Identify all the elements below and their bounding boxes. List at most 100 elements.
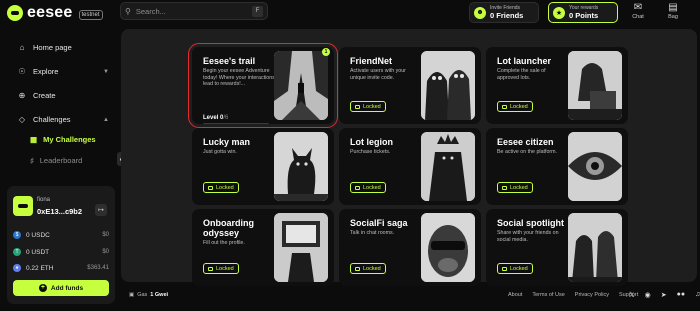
dark-king-image xyxy=(421,132,475,201)
balance-row: $ 0 USDC $0 xyxy=(13,231,109,239)
card-title: Social spotlight xyxy=(497,218,565,228)
wallet-name: fiona xyxy=(37,197,51,203)
locked-badge: Locked xyxy=(203,263,239,274)
chat-icon: ✉ xyxy=(633,2,643,13)
avatar[interactable] xyxy=(13,196,33,216)
card-title: Eesee citizen xyxy=(497,137,554,147)
sidebar-item-explore[interactable]: ☉ Explore xyxy=(17,67,58,76)
rewards-icon: ★ xyxy=(553,6,565,19)
chevron-up-icon[interactable]: ▲ xyxy=(103,117,109,123)
hooded-hacker-image xyxy=(568,51,622,120)
sidebar-item-label: Leaderboard xyxy=(39,156,83,165)
bag-icon: ▤ xyxy=(668,2,678,13)
locked-badge: Locked xyxy=(350,101,386,112)
diamond-icon: ◇ xyxy=(18,115,26,124)
chevron-down-icon[interactable]: ▼ xyxy=(103,69,109,75)
top-bar: eesee testnet ⚲ Search... F ☻ Invite Fri… xyxy=(0,0,700,26)
challenge-card-socialfi-saga[interactable]: SocialFi saga Talk in chat rooms. Locked xyxy=(339,209,481,286)
search-icon: ⚲ xyxy=(125,6,131,16)
hooded-friends-image xyxy=(568,213,622,282)
challenge-card-onboarding-odyssey[interactable]: Onboarding odyssey Fill out the profile.… xyxy=(192,209,334,286)
twitter-icon[interactable]: 𝕏 xyxy=(629,291,635,299)
locked-badge: Locked xyxy=(497,263,533,274)
add-funds-label: Add funds xyxy=(50,284,84,292)
medium-icon[interactable]: ●● xyxy=(677,291,685,299)
sidebar-item-create[interactable]: ⊕ Create xyxy=(17,91,56,100)
invite-friends-button[interactable]: ☻ Invite Friends 0 Friends xyxy=(469,2,539,23)
add-funds-button[interactable]: + Add funds xyxy=(13,280,109,296)
challenge-card-lucky-man[interactable]: Lucky man Just gotta win. Locked xyxy=(192,128,334,205)
footer-link-about[interactable]: About xyxy=(508,292,522,298)
testnet-badge: testnet xyxy=(78,9,103,20)
locked-badge: Locked xyxy=(203,182,239,193)
challenge-card-lot-launcher[interactable]: Lot launcher Complete the sale of approv… xyxy=(486,47,628,124)
lock-icon xyxy=(502,266,507,271)
lock-icon xyxy=(502,185,507,190)
search-box[interactable]: ⚲ Search... F xyxy=(120,2,268,20)
compass-icon: ☉ xyxy=(18,67,26,76)
lock-icon xyxy=(208,185,213,190)
balance-amount: 0.22 ETH xyxy=(26,264,54,272)
main-content: Eesee's trail Begin your eesee Adventure… xyxy=(121,29,697,286)
card-description: Just gotta win. xyxy=(203,149,237,155)
card-title: Lucky man xyxy=(203,137,251,147)
card-description: Complete the sale of approved lots. xyxy=(497,68,546,81)
lock-icon xyxy=(355,104,360,109)
balance-usd: $363.41 xyxy=(87,265,109,271)
telegram-icon[interactable]: ➤ xyxy=(661,291,667,299)
challenge-card-lot-legion[interactable]: Lot legion Purchase tickets. Locked xyxy=(339,128,481,205)
card-description: Be active on the platform. xyxy=(497,149,558,155)
social-links: 𝕏 ◉ ➤ ●● ♫ xyxy=(629,291,700,299)
challenge-card-eesee-citizen[interactable]: Eesee citizen Be active on the platform.… xyxy=(486,128,628,205)
challenge-card-eesees-trail[interactable]: Eesee's trail Begin your eesee Adventure… xyxy=(188,43,338,128)
balance-usd: $0 xyxy=(102,249,109,255)
lock-icon xyxy=(355,266,360,271)
sidebar-item-challenges[interactable]: ◇ Challenges xyxy=(17,115,71,124)
plus-icon: + xyxy=(38,284,47,292)
wallet-address[interactable]: 0xE13...c9b2 xyxy=(37,207,82,216)
lock-icon xyxy=(208,266,213,271)
card-title: FriendNet xyxy=(350,56,393,66)
level-progress-bar xyxy=(203,123,269,124)
footer-link-terms[interactable]: Terms of Use xyxy=(532,292,564,298)
rewards-button[interactable]: ★ Your rewards 0 Points xyxy=(548,2,618,23)
challenge-card-friendnet[interactable]: FriendNet Activate users with your uniqu… xyxy=(339,47,481,124)
hooded-figures-image xyxy=(421,51,475,120)
card-title: Lot launcher xyxy=(497,56,552,66)
brand-name: eesee xyxy=(27,4,73,21)
eesee-logo-icon xyxy=(7,5,23,21)
sidebar-item-my-challenges[interactable]: ▦ My Challenges xyxy=(30,135,96,144)
search-input[interactable]: Search... xyxy=(136,7,252,16)
shortcut-key: F xyxy=(252,5,263,17)
logout-icon[interactable]: ↦ xyxy=(95,204,107,216)
usdc-icon: $ xyxy=(13,231,21,239)
sidebar-item-home[interactable]: ⌂ Home page xyxy=(17,43,72,52)
black-cat-image xyxy=(274,132,328,201)
balance-row: T 0 USDT $0 xyxy=(13,248,109,256)
discord-icon[interactable]: ◉ xyxy=(645,291,651,299)
lock-icon xyxy=(355,185,360,190)
locked-badge: Locked xyxy=(497,101,533,112)
locked-badge: Locked xyxy=(497,182,533,193)
footer-links: About Terms of Use Privacy Policy Suppor… xyxy=(508,292,638,298)
card-title: Eesee's trail xyxy=(203,56,256,66)
chat-button[interactable]: ✉ Chat xyxy=(625,2,651,20)
gas-label: Gas xyxy=(137,292,148,298)
tiktok-icon[interactable]: ♫ xyxy=(695,291,700,299)
robot-monitor-image xyxy=(274,213,328,282)
level-text: Level 0/6 xyxy=(203,115,229,121)
challenge-card-social-spotlight[interactable]: Social spotlight Share with your friends… xyxy=(486,209,628,286)
home-icon: ⌂ xyxy=(19,43,25,52)
card-title: SocialFi saga xyxy=(350,218,408,228)
logo[interactable]: eesee testnet xyxy=(7,4,103,22)
chat-label: Chat xyxy=(632,14,644,20)
sidebar-item-leaderboard[interactable]: ♯ Leaderboard xyxy=(30,156,82,165)
sidebar-item-label: Challenges xyxy=(33,115,71,124)
balance-row: ♦ 0.22 ETH $363.41 xyxy=(13,264,109,272)
wallet-panel: fiona 0xE13...c9b2 ↦ $ 0 USDC $0 T 0 USD… xyxy=(7,186,115,304)
balance-usd: $0 xyxy=(102,232,109,238)
footer-link-privacy[interactable]: Privacy Policy xyxy=(575,292,609,298)
trophy-icon: ♯ xyxy=(30,156,34,165)
bag-button[interactable]: ▤ Bag xyxy=(660,2,686,20)
locked-badge: Locked xyxy=(350,263,386,274)
